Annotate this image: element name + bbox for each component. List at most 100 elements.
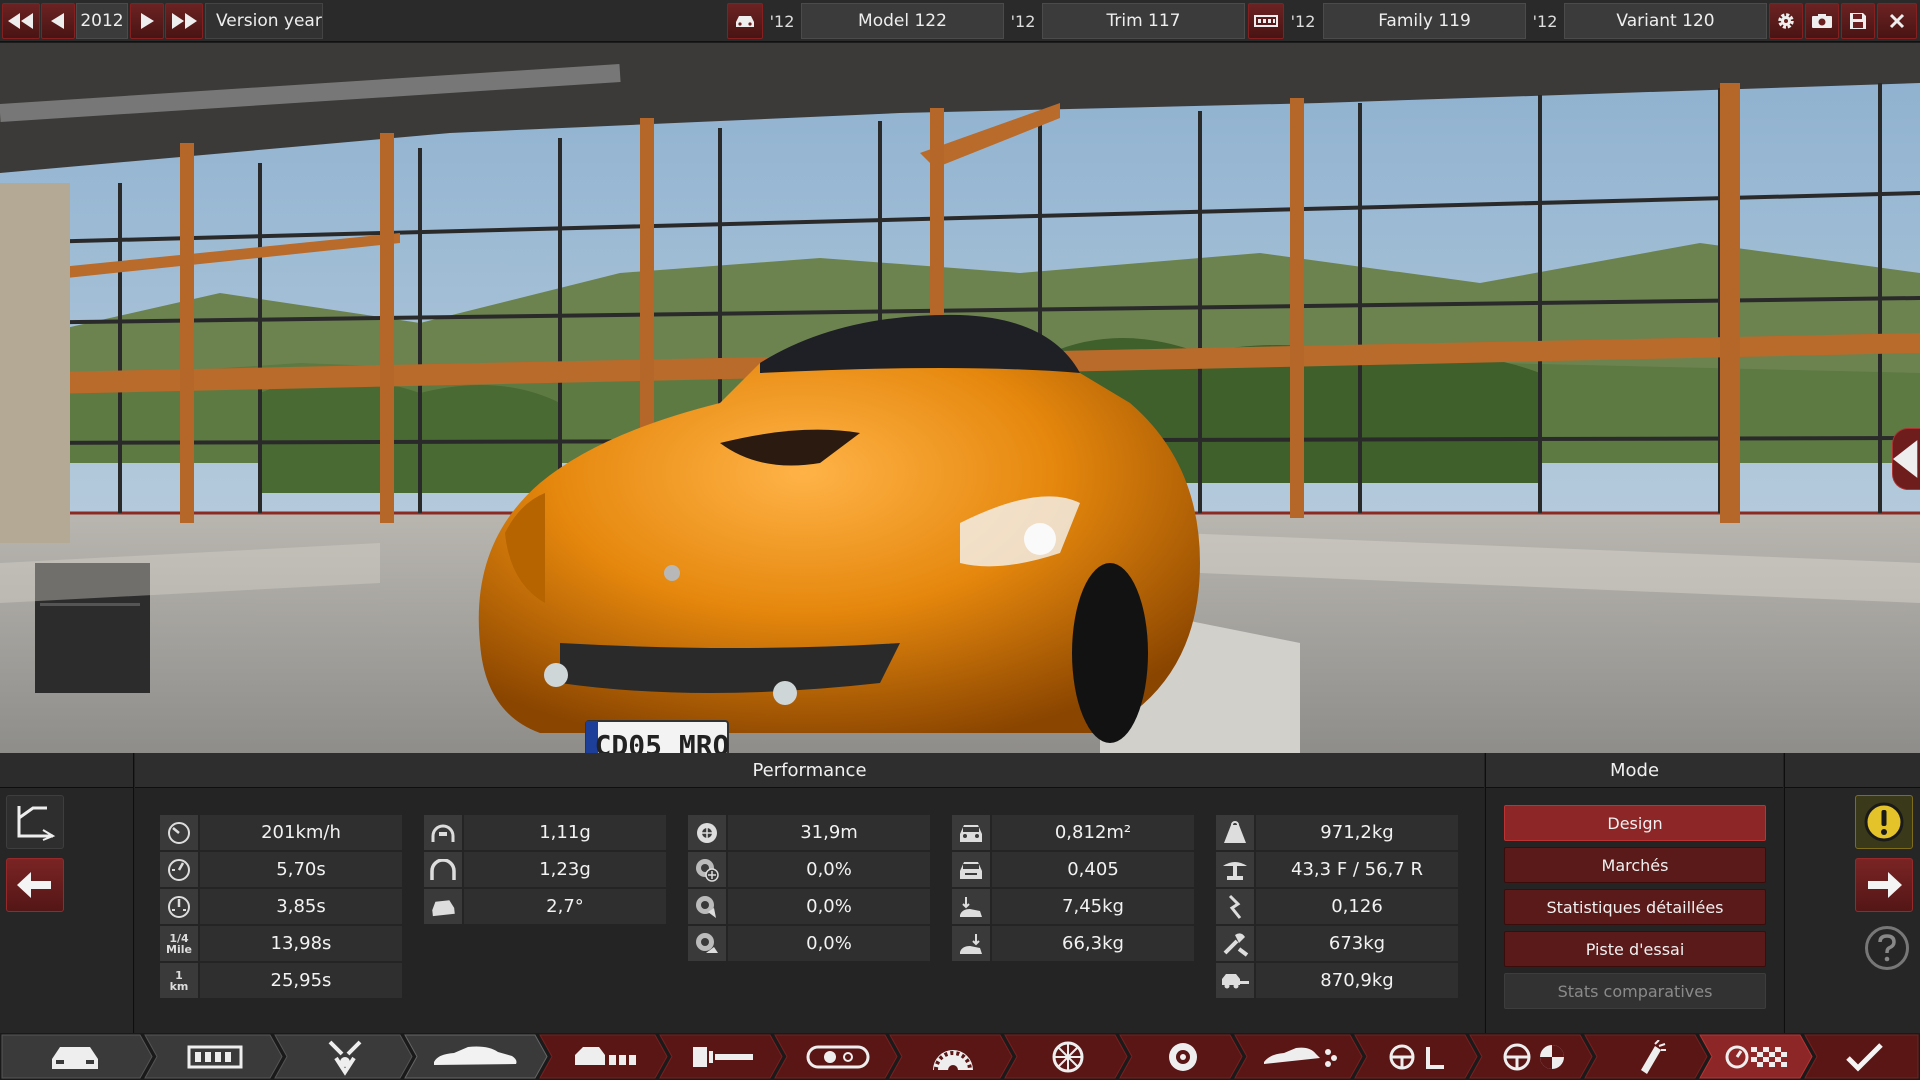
stat-row: 201km/h xyxy=(160,815,402,850)
suspension-icon xyxy=(806,1045,869,1068)
nav-wheels-tab[interactable] xyxy=(1020,1035,1115,1078)
car-3d-viewport[interactable]: CD05 MRO xyxy=(0,43,1920,753)
right-rail-header xyxy=(1785,753,1920,788)
seats-icon xyxy=(575,1046,636,1065)
engine-block-icon xyxy=(187,1045,243,1068)
stat-row: 7,45kg xyxy=(952,889,1194,924)
stat-value: 1,11g xyxy=(539,822,591,843)
variant-name[interactable]: Variant 120 xyxy=(1564,3,1767,39)
stat-row: 1,11g xyxy=(424,815,666,850)
license-plate-text: CD05 MRO xyxy=(595,729,730,753)
acceleration-0-60-icon xyxy=(160,889,200,924)
stat-value: 31,9m xyxy=(800,822,858,843)
close-button[interactable] xyxy=(1877,3,1917,39)
rewind-year-button[interactable] xyxy=(2,3,40,39)
stat-value: 0,405 xyxy=(1067,859,1119,880)
warnings-button[interactable] xyxy=(1855,795,1913,849)
brake-fade-2-icon xyxy=(688,889,728,924)
one-km-icon: 1 km xyxy=(160,963,200,998)
nav-finish-tab[interactable] xyxy=(1820,1035,1910,1078)
cornering-low-icon xyxy=(424,815,464,850)
stat-row: 0,0% xyxy=(688,852,930,887)
nav-drivetrain-tab[interactable] xyxy=(675,1035,770,1078)
stat-value: 5,70s xyxy=(276,859,326,880)
performance-col-braking: 31,9m 0,0% 0,0% 0,0% xyxy=(688,815,930,963)
mode-title: Mode xyxy=(1486,753,1783,788)
drivetrain-icon xyxy=(692,1046,753,1067)
stat-row: 1,23g xyxy=(424,852,666,887)
cornering-high-icon xyxy=(424,852,464,887)
nav-performance-tab[interactable] xyxy=(1712,1035,1804,1078)
nav-aero-tab[interactable] xyxy=(1245,1035,1355,1078)
showroom-scene: CD05 MRO xyxy=(0,43,1920,753)
nav-interior-tab[interactable] xyxy=(555,1035,655,1078)
close-icon xyxy=(1889,13,1905,29)
mode-test-track-button[interactable]: Piste d'essai xyxy=(1504,931,1766,967)
arrow-right-icon xyxy=(1868,872,1902,898)
version-year-value: 2012 xyxy=(76,3,128,39)
tools-weight-icon xyxy=(1216,926,1256,961)
prev-year-button[interactable] xyxy=(41,3,75,39)
stat-row: 0,0% xyxy=(688,889,930,924)
next-year-button[interactable] xyxy=(130,3,164,39)
next-button[interactable] xyxy=(1855,858,1913,912)
performance-col-handling: 1,11g 1,23g 2,7° xyxy=(424,815,666,926)
performance-col-aero: 0,812m² 0,405 7,45kg 66,3kg xyxy=(952,815,1194,963)
stat-row: 1/4 Mile 13,98s xyxy=(160,926,402,961)
screenshot-button[interactable] xyxy=(1805,3,1839,39)
stat-row: 1 km 25,95s xyxy=(160,963,402,998)
checkmark-icon xyxy=(1846,1042,1883,1072)
mode-design-button[interactable]: Design xyxy=(1504,805,1766,841)
model-button[interactable] xyxy=(727,3,763,39)
nav-suspension-tab[interactable] xyxy=(790,1035,885,1078)
right-arrow-icon xyxy=(141,13,154,29)
trim-name[interactable]: Trim 117 xyxy=(1042,3,1245,39)
arrow-left-icon xyxy=(17,872,51,898)
performance-title: Performance xyxy=(135,753,1484,788)
triangle-left-icon xyxy=(1893,440,1918,478)
braking-distance-icon xyxy=(688,815,728,850)
stat-value: 66,3kg xyxy=(1062,933,1124,954)
nav-safety-tab[interactable] xyxy=(1365,1035,1475,1078)
nav-engine-parts-tab[interactable] xyxy=(290,1035,400,1078)
nav-body-tab[interactable] xyxy=(420,1035,530,1078)
car-side-icon xyxy=(434,1046,517,1065)
stat-row: 3,85s xyxy=(160,889,402,924)
stat-value: 870,9kg xyxy=(1320,970,1394,991)
side-panel-toggle[interactable] xyxy=(1892,428,1920,490)
stat-row: 0,812m² xyxy=(952,815,1194,850)
warning-icon xyxy=(1864,802,1904,842)
nav-chassis-tab[interactable] xyxy=(20,1035,130,1078)
stat-value: 2,7° xyxy=(546,896,584,917)
help-button[interactable] xyxy=(1865,926,1909,970)
downforce-rear-icon xyxy=(952,926,992,961)
nav-brakes-tab[interactable] xyxy=(1135,1035,1230,1078)
mode-detailed-stats-button[interactable]: Statistiques détaillées xyxy=(1504,889,1766,925)
back-button[interactable] xyxy=(6,858,64,912)
stat-value: 3,85s xyxy=(276,896,326,917)
nav-testing-tab[interactable] xyxy=(1480,1035,1590,1078)
mode-markets-button[interactable]: Marchés xyxy=(1504,847,1766,883)
axes-toggle-button[interactable] xyxy=(6,795,64,849)
nav-engine-tab[interactable] xyxy=(160,1035,270,1078)
stat-row: 0,405 xyxy=(952,852,1194,887)
family-name[interactable]: Family 119 xyxy=(1323,3,1526,39)
stat-value: 0,812m² xyxy=(1054,822,1132,843)
stat-row: 43,3 F / 56,7 R xyxy=(1216,852,1458,887)
settings-button[interactable] xyxy=(1769,3,1803,39)
engine-family-button[interactable] xyxy=(1248,3,1284,39)
acceleration-0-100-icon xyxy=(160,852,200,887)
model-name[interactable]: Model 122 xyxy=(801,3,1004,39)
nav-gearing-tab[interactable] xyxy=(905,1035,1000,1078)
pistons-icon xyxy=(328,1040,362,1076)
stat-value: 1,23g xyxy=(539,859,591,880)
save-button[interactable] xyxy=(1841,3,1875,39)
stat-value: 43,3 F / 56,7 R xyxy=(1291,859,1423,880)
fast-forward-year-button[interactable] xyxy=(165,3,203,39)
mode-compare-stats-button: Stats comparatives xyxy=(1504,973,1766,1009)
weight-icon xyxy=(1216,815,1256,850)
stat-row: 5,70s xyxy=(160,852,402,887)
nav-paint-tab[interactable] xyxy=(1595,1035,1705,1078)
drag-coefficient-icon xyxy=(952,852,992,887)
stat-value: 0,0% xyxy=(806,859,852,880)
